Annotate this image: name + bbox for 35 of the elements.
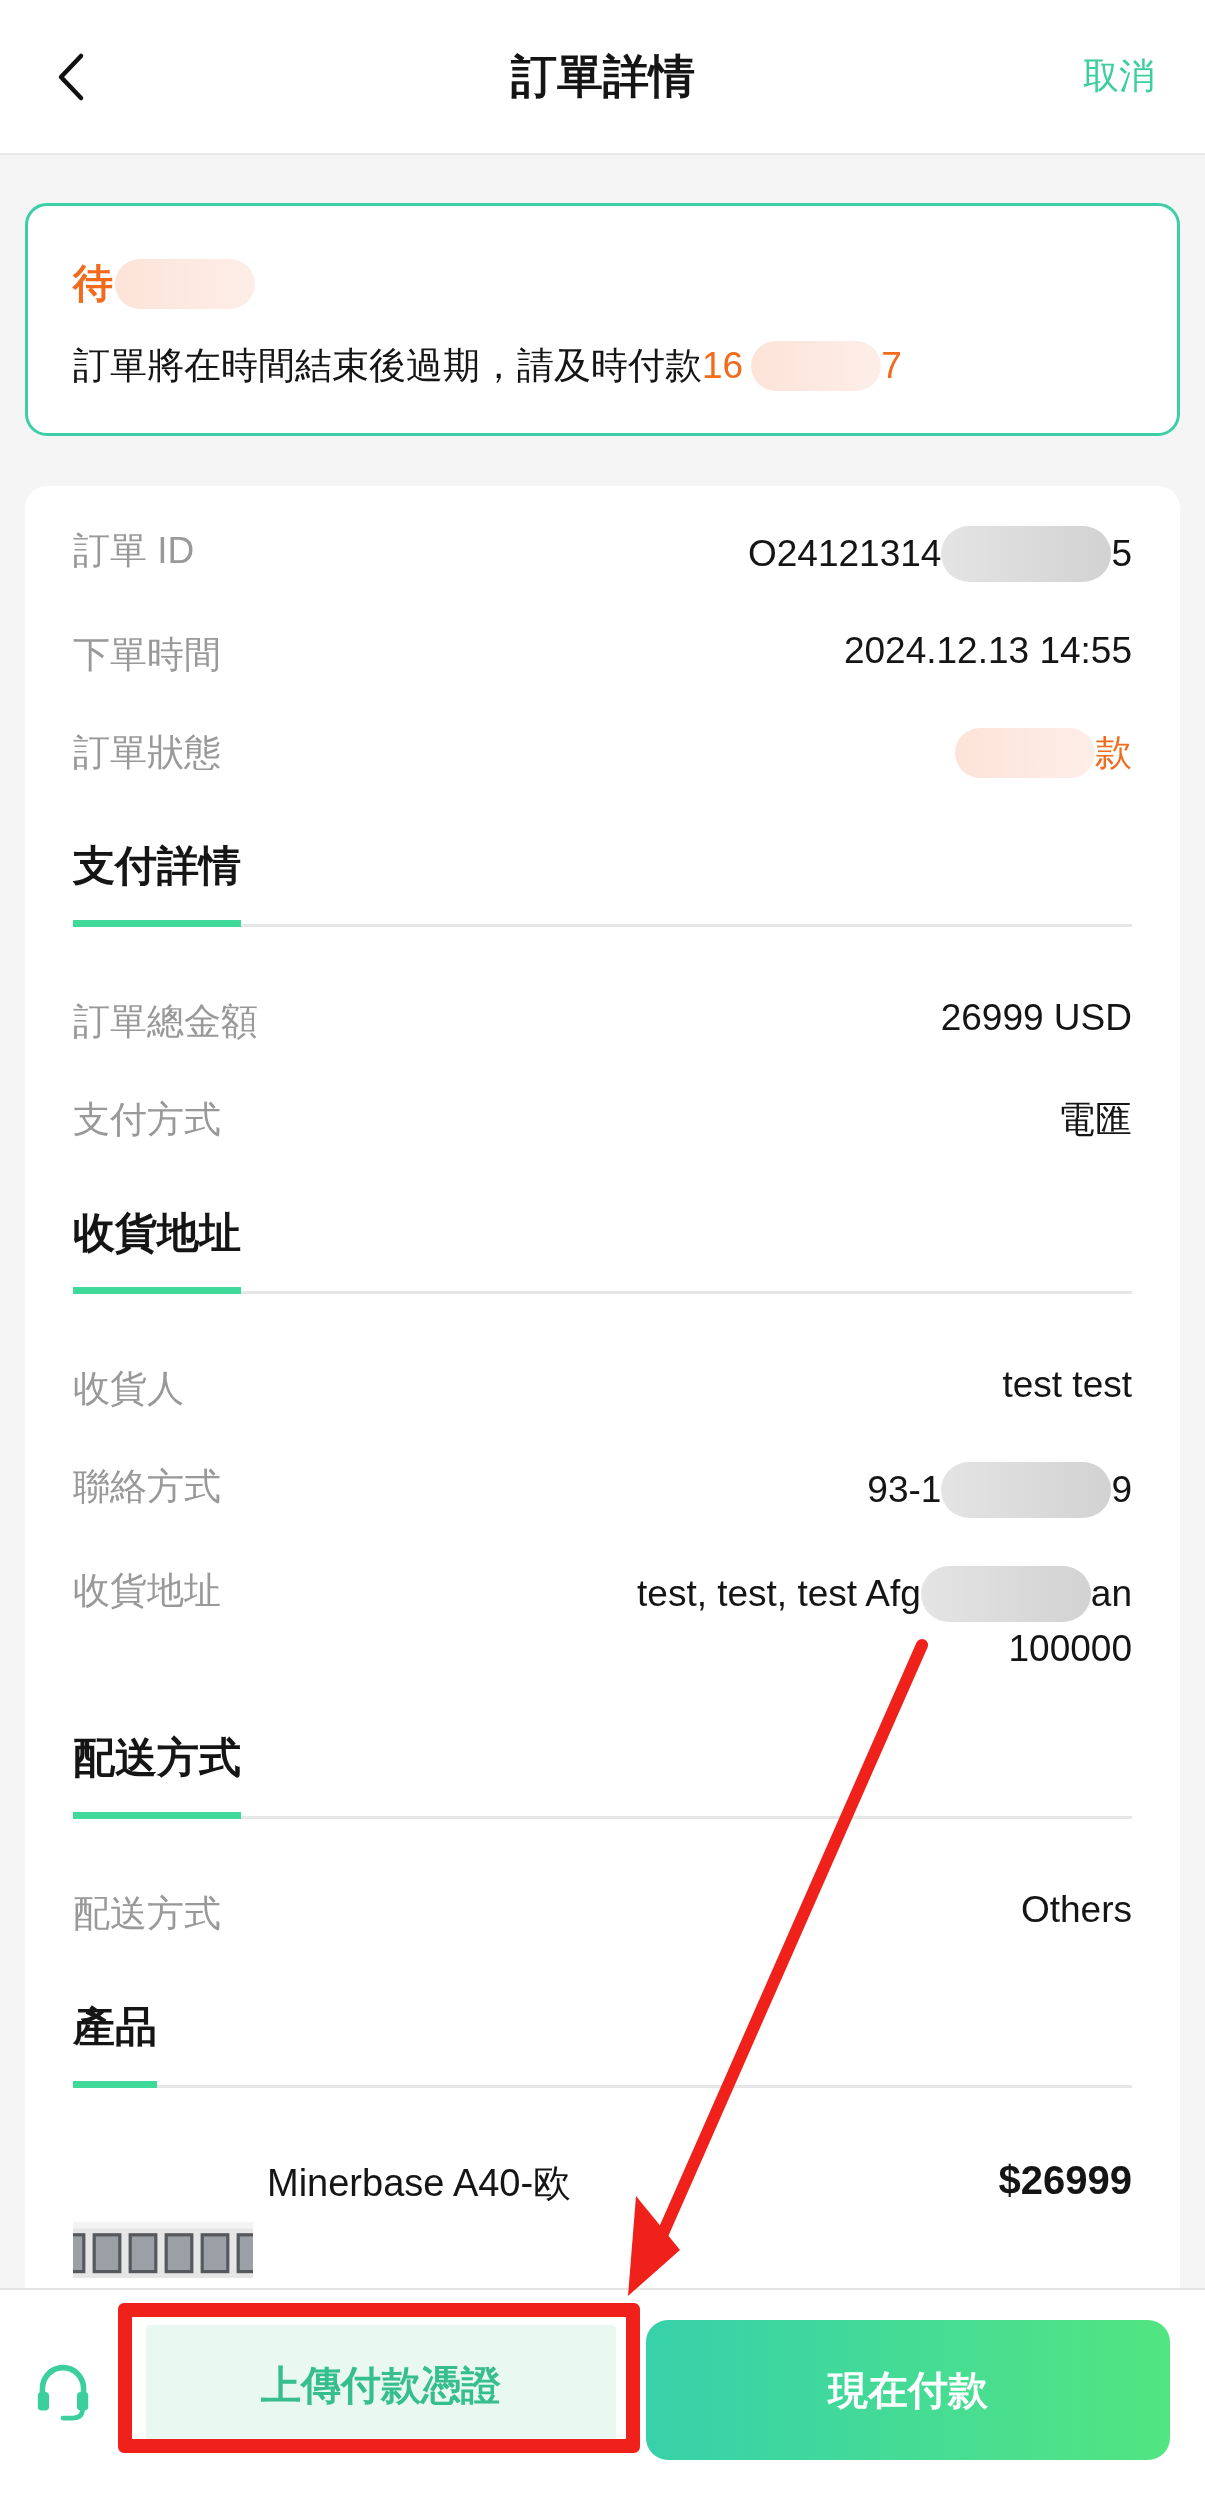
section-title: 收貨地址 bbox=[73, 1185, 241, 1294]
field-value: 電匯 bbox=[1058, 1098, 1132, 1142]
field-value: 9 bbox=[1111, 1469, 1132, 1511]
field-label: 支付方式 bbox=[73, 1098, 221, 1142]
field-value: O24121314 bbox=[748, 533, 942, 575]
field-value: 93-1 bbox=[867, 1469, 942, 1511]
section-title: 支付詳情 bbox=[73, 818, 241, 927]
field-value: 款 bbox=[1095, 731, 1132, 775]
field-value: 5 bbox=[1111, 533, 1132, 575]
field-label: 聯絡方式 bbox=[73, 1465, 221, 1509]
field-value: an bbox=[1090, 1573, 1132, 1615]
field-label: 配送方式 bbox=[73, 1892, 221, 1936]
countdown-text: 16 bbox=[702, 345, 744, 387]
cancel-link[interactable]: 取消 bbox=[1083, 52, 1155, 101]
section-title: 配送方式 bbox=[73, 1710, 241, 1819]
status-title: 待 bbox=[73, 260, 113, 307]
field-value: 2024.12.13 14:55 bbox=[843, 630, 1132, 672]
field-value: 100000 bbox=[1008, 1628, 1132, 1670]
product-price: $26999 bbox=[998, 2158, 1132, 2203]
field-value: test, test, test Afg bbox=[637, 1573, 921, 1615]
field-value: test test bbox=[1002, 1364, 1132, 1406]
field-value: Others bbox=[1020, 1889, 1132, 1931]
product-name: Minerbase A40-欧 bbox=[267, 2161, 573, 2206]
field-label: 收貨人 bbox=[73, 1367, 184, 1411]
field-label: 訂單 ID bbox=[73, 529, 195, 573]
notice-message: 訂單將在時間結束後過期，請及時付款 bbox=[73, 344, 702, 388]
field-label: 訂單總金額 bbox=[73, 1000, 258, 1044]
field-label: 下單時間 bbox=[73, 633, 221, 677]
section-title: 產品 bbox=[73, 1979, 157, 2088]
field-value: 26999 USD bbox=[940, 997, 1132, 1039]
field-label: 訂單狀態 bbox=[73, 731, 221, 775]
page-title: 訂單詳情 bbox=[510, 48, 695, 104]
pay-now-button[interactable]: 現在付款 bbox=[646, 2320, 1170, 2460]
countdown-text: 7 bbox=[881, 345, 902, 387]
field-label: 收貨地址 bbox=[73, 1569, 221, 1613]
